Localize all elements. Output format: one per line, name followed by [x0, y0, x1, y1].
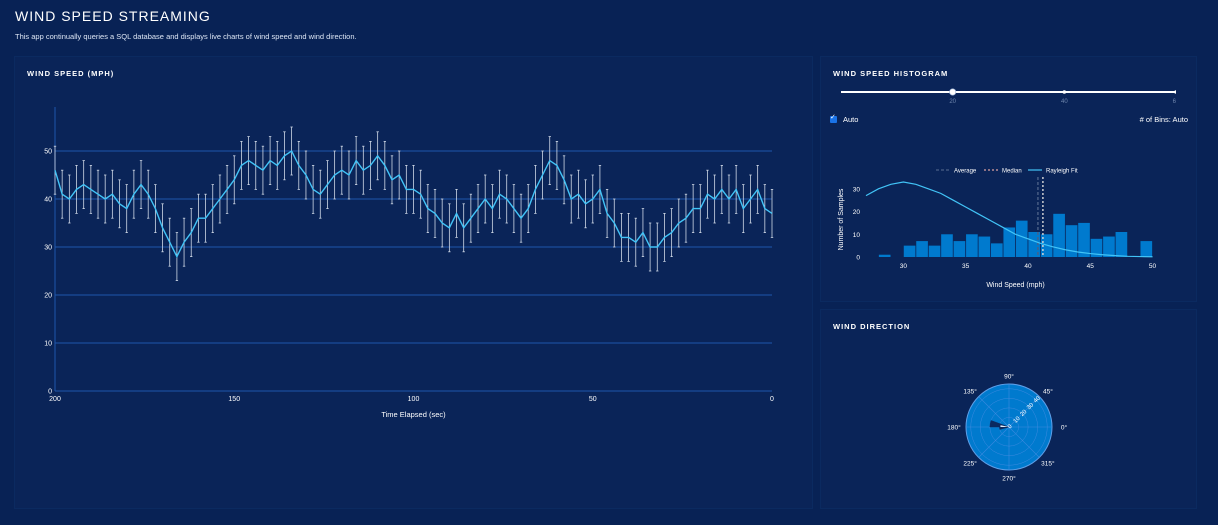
histogram-bar [1015, 220, 1028, 257]
wind-speed-panel: WIND SPEED (MPH) 0 10 20 30 40 50 200 150 100 50 0… [15, 57, 812, 508]
polar-angle-label: 90° [1004, 373, 1014, 381]
app-title: WIND SPEED STREAMING [15, 8, 211, 24]
y-tick-label: 50 [44, 149, 52, 156]
polar-angle-label: 270° [1002, 475, 1016, 483]
x-tick-label: 50 [589, 396, 597, 403]
y-tick-label: 20 [44, 293, 52, 300]
wind-speed-chart[interactable]: 0 10 20 30 40 50 200 150 100 50 0 Time Elapsed (sec… [15, 57, 812, 508]
polar-angle-label: 225° [963, 460, 977, 468]
histogram-bar [966, 234, 978, 257]
histogram-bar [941, 234, 953, 257]
x-tick-label: 100 [408, 396, 420, 403]
y-tick-label: 0 [48, 389, 52, 396]
legend-label: Average [954, 169, 977, 175]
histogram-bar [1140, 241, 1153, 257]
y-tick-label: 40 [44, 197, 52, 204]
histogram-bar [903, 245, 916, 257]
polar-angle-label: 180° [947, 424, 961, 432]
histogram-bar [916, 241, 928, 257]
hist-x-tick-label: 30 [900, 263, 908, 270]
x-tick-label: 150 [228, 396, 240, 403]
legend-label: Median [1002, 169, 1022, 175]
histogram-bar [990, 243, 1003, 257]
polar-angle-label: 45° [1043, 387, 1053, 395]
histogram-bar [978, 236, 991, 257]
histogram-bar [1003, 227, 1016, 257]
histogram-bar [928, 245, 941, 257]
histogram-bar [1065, 225, 1078, 257]
polar-angle-label: 135° [963, 387, 977, 395]
histogram-chart[interactable]: 0 10 20 30 30 35 40 45 50 Wind Speed (mph) Number … [821, 57, 1196, 301]
direction-panel: WIND DIRECTION 0° 45° 90° 135° 180° 225° 270° 3… [821, 310, 1196, 508]
hist-x-tick-label: 45 [1087, 263, 1095, 270]
app-description: This app continually queries a SQL datab… [15, 32, 357, 41]
histogram-bar [1103, 236, 1115, 257]
x-tick-label: 200 [49, 396, 61, 403]
hist-x-axis-label: Wind Speed (mph) [986, 282, 1044, 289]
y-tick-label: 10 [44, 341, 52, 348]
histogram-bar [878, 254, 891, 257]
polar-angle-label: 315° [1041, 460, 1055, 468]
hist-y-tick-label: 0 [856, 255, 860, 262]
histogram-bar [953, 241, 966, 257]
hist-y-tick-label: 20 [853, 209, 861, 216]
hist-x-tick-label: 50 [1149, 263, 1157, 270]
x-axis-label: Time Elapsed (sec) [381, 410, 446, 419]
wind-direction-chart[interactable]: 0°45°90°135°180°225°270°315°010203040 [821, 310, 1196, 508]
hist-y-tick-label: 10 [853, 232, 861, 239]
x-tick-label: 0 [770, 396, 774, 403]
hist-x-tick-label: 40 [1024, 263, 1032, 270]
hist-x-tick-label: 35 [962, 263, 970, 270]
y-tick-label: 30 [44, 245, 52, 252]
polar-angle-label: 0° [1061, 424, 1068, 432]
histogram-bar [1115, 232, 1128, 257]
histogram-panel: WIND SPEED HISTOGRAM 204060 Auto # of Bi… [821, 57, 1196, 301]
hist-y-axis-label: Number of Samples [838, 188, 845, 250]
hist-y-tick-label: 30 [853, 186, 861, 193]
histogram-bar [1053, 213, 1065, 257]
legend-label: Rayleigh Fit [1046, 169, 1078, 175]
